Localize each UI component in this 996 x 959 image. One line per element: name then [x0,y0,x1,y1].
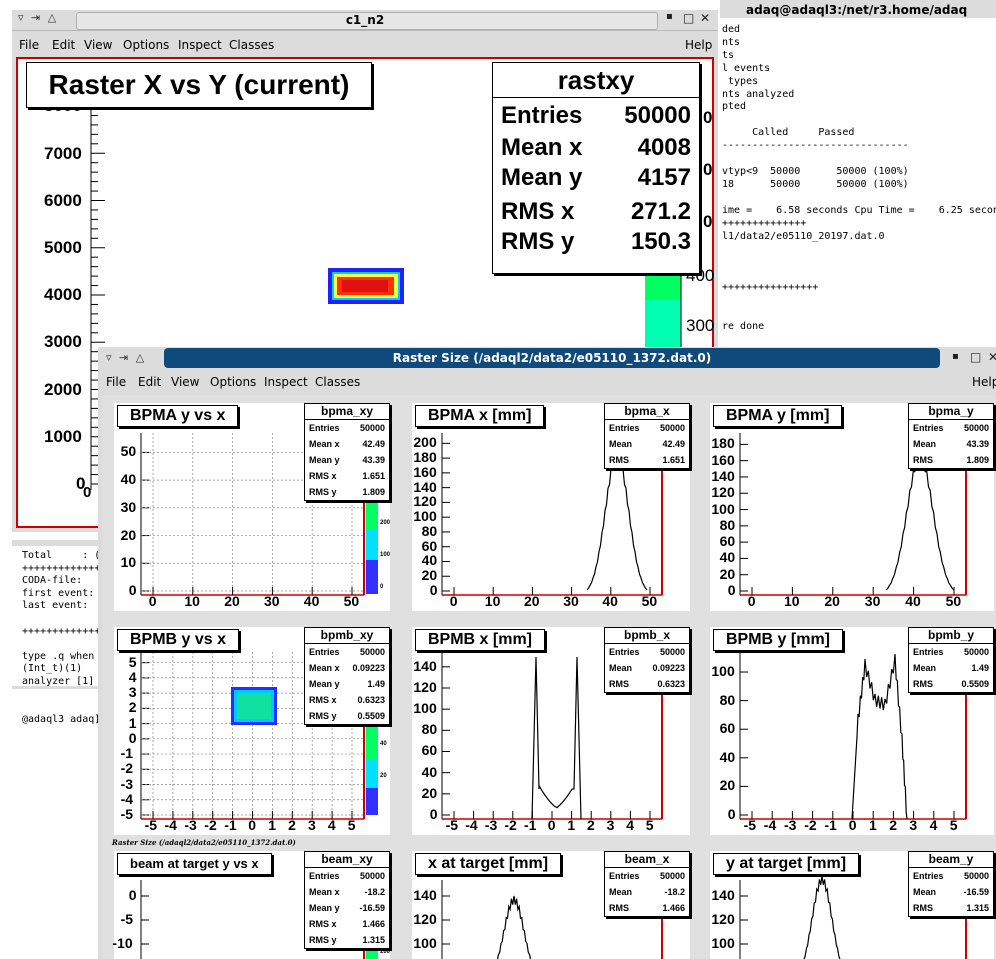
stats-key: Mean [913,887,937,897]
y-tick-label: 120 [711,911,735,927]
stats-name: beam_y [909,852,993,868]
stats-value: 1.315 [966,903,989,913]
y-tick-label: 140 [711,887,735,903]
histogram-curve [803,875,841,959]
y-tick-label: 100 [711,935,735,951]
stats-row: Mean -16.59 [909,884,993,900]
stats-row: Entries 50000 [909,868,993,884]
stats-row: RMS 1.315 [909,900,993,916]
stats-box[interactable]: beam_y Entries 50000 Mean -16.59 RMS 1.315 [908,851,994,917]
stats-key: RMS [913,903,933,913]
pad-axes [739,875,967,959]
pad-title: y at target [mm] [713,853,860,875]
stats-value: 50000 [963,871,989,881]
stats-value: -16.59 [963,887,989,897]
stats-key: Entries [913,871,944,881]
